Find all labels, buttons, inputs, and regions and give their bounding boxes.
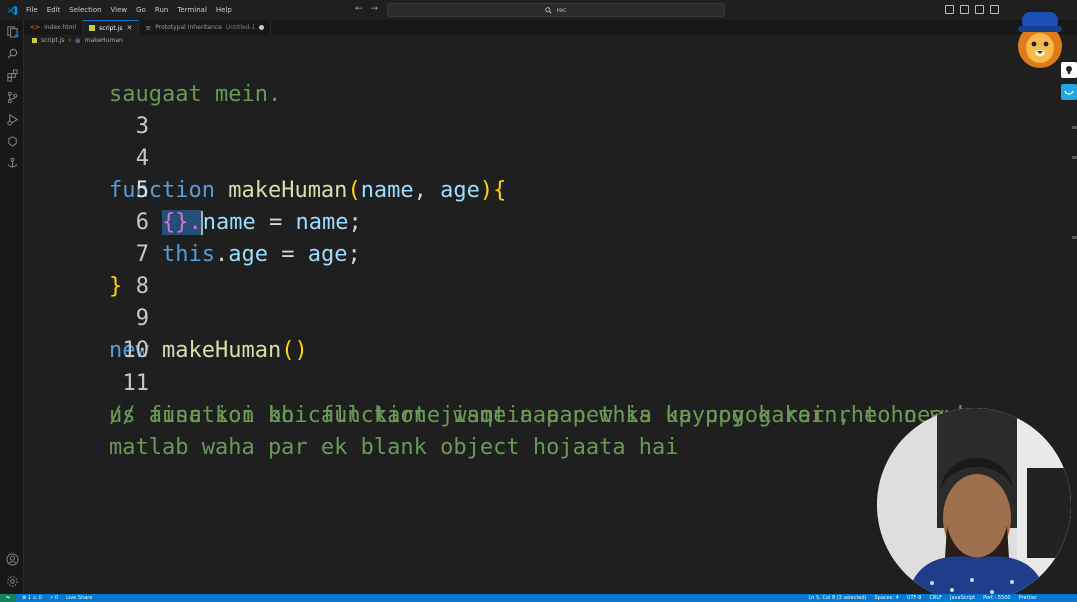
webcam-overlay [877, 408, 1071, 602]
smile-icon [1064, 90, 1074, 95]
tab-label: script.js [99, 24, 123, 32]
customize-layout-icon[interactable] [990, 5, 999, 14]
encoding[interactable]: UTF-8 [907, 595, 922, 601]
status-bar: ⇋ ⊗ 1 ⚠ 0 ⚡ 0 Live Share Ln 5, Col 8 (3 … [0, 594, 1077, 602]
function-symbol-icon: ⊛ [74, 36, 81, 45]
search-sidebar-icon[interactable] [5, 46, 19, 60]
remote-indicator-icon[interactable]: ⇋ [0, 594, 16, 602]
back-arrow-icon[interactable]: ← [355, 4, 363, 14]
code-line: 3 [24, 79, 1077, 139]
explorer-icon[interactable] [5, 24, 19, 38]
toggle-panel-icon[interactable] [960, 5, 969, 14]
title-bar: File Edit Selection View Go Run Terminal… [0, 0, 1077, 20]
comment-text: matlab waha par ek blank object hojaata … [109, 435, 679, 460]
code-line: 6 this.age = age; [24, 175, 1077, 267]
code-line-wrapped: us function ko call karte waqt aap new k… [24, 368, 1077, 428]
breadcrumb-symbol[interactable]: makeHuman [85, 37, 123, 44]
unsaved-dot-icon[interactable] [259, 25, 265, 30]
code-line: 9 new makeHuman() [24, 271, 1077, 363]
menu-file[interactable]: File [26, 6, 38, 14]
cursor-position[interactable]: Ln 5, Col 8 (3 selected) [809, 595, 867, 601]
menu-edit[interactable]: Edit [47, 6, 61, 14]
history-nav: ← → [355, 4, 378, 14]
status-left: ⊗ 1 ⚠ 0 ⚡ 0 Live Share [22, 595, 92, 601]
js-file-icon [89, 25, 96, 31]
breadcrumb: script.js › ⊛ makeHuman [24, 35, 1077, 46]
problems-count[interactable]: ⊗ 1 ⚠ 0 [22, 595, 42, 601]
breadcrumb-file[interactable]: script.js [41, 37, 64, 44]
live-share-button[interactable]: Live Share [66, 595, 92, 601]
prettier-status[interactable]: Prettier [1019, 595, 1037, 601]
tab-suffix: Untitled-1 [225, 24, 256, 31]
menu-selection[interactable]: Selection [69, 6, 101, 14]
close-tab-icon[interactable]: ✕ [126, 24, 132, 32]
tab-label: Prototypal Inheritance [155, 24, 222, 31]
lion-mascot-icon [1018, 12, 1062, 68]
menu-help[interactable]: Help [216, 6, 232, 14]
code-line: 8 [24, 239, 1077, 299]
settings-gear-icon[interactable] [5, 574, 19, 588]
copilot-button[interactable] [1061, 84, 1077, 100]
activity-bar [0, 20, 24, 594]
untitled-file-icon: ≡ [145, 23, 152, 32]
menu-go[interactable]: Go [136, 6, 146, 14]
code-line-active: 5 {}.name = name; [24, 143, 1077, 235]
language-mode[interactable]: JavaScript [950, 595, 975, 601]
indentation[interactable]: Spaces: 4 [875, 595, 899, 601]
code-line: 4 function makeHuman(name, age){ [24, 111, 1077, 203]
account-icon[interactable] [5, 552, 19, 566]
live-server-port[interactable]: Port : 5500 [983, 595, 1011, 601]
code-line: 10 [24, 303, 1077, 363]
toggle-primary-sidebar-icon[interactable] [945, 5, 954, 14]
code-line: 7 } [24, 207, 1077, 299]
remote-explorer-icon[interactable] [5, 134, 19, 148]
chevron-right-icon: › [68, 37, 71, 44]
tab-prototypal-inheritance[interactable]: ≡ Prototypal Inheritance Untitled-1 [139, 20, 272, 35]
presenter-image [877, 408, 1071, 602]
ports-count[interactable]: ⚡ 0 [50, 595, 58, 601]
run-debug-icon[interactable] [5, 112, 19, 126]
code-line: saugaat mein. [24, 47, 1077, 107]
vscode-logo-icon [0, 0, 24, 20]
extensions-icon[interactable] [5, 68, 19, 82]
tab-index-html[interactable]: <> index.html [24, 20, 84, 35]
html-file-icon: <> [30, 24, 41, 31]
source-control-icon[interactable] [5, 90, 19, 104]
menu-bar: File Edit Selection View Go Run Terminal… [26, 6, 232, 14]
toggle-secondary-sidebar-icon[interactable] [975, 5, 984, 14]
anchor-icon[interactable] [5, 156, 19, 170]
js-file-icon [32, 38, 37, 43]
code-line: 11 // aisa koi bhi function jismein aap … [24, 336, 1077, 428]
editor-tabs: <> index.html script.js ✕ ≡ Prototypal I… [24, 20, 1077, 35]
lightbulb-button[interactable] [1061, 62, 1077, 78]
status-right: Ln 5, Col 8 (3 selected) Spaces: 4 UTF-8… [809, 595, 1037, 601]
command-center-search[interactable]: rec [387, 3, 725, 17]
menu-view[interactable]: View [111, 6, 128, 14]
menu-terminal[interactable]: Terminal [177, 6, 207, 14]
tab-script-js[interactable]: script.js ✕ [83, 20, 140, 35]
forward-arrow-icon[interactable]: → [371, 4, 379, 14]
layout-controls [945, 5, 999, 14]
line-ending[interactable]: CRLF [929, 595, 942, 601]
search-icon [545, 6, 553, 14]
lightbulb-icon [1066, 66, 1072, 74]
command-center-text: rec [556, 6, 567, 14]
tab-label: index.html [44, 24, 77, 31]
vertical-scrollbar[interactable] [1072, 46, 1077, 594]
menu-run[interactable]: Run [155, 6, 168, 14]
